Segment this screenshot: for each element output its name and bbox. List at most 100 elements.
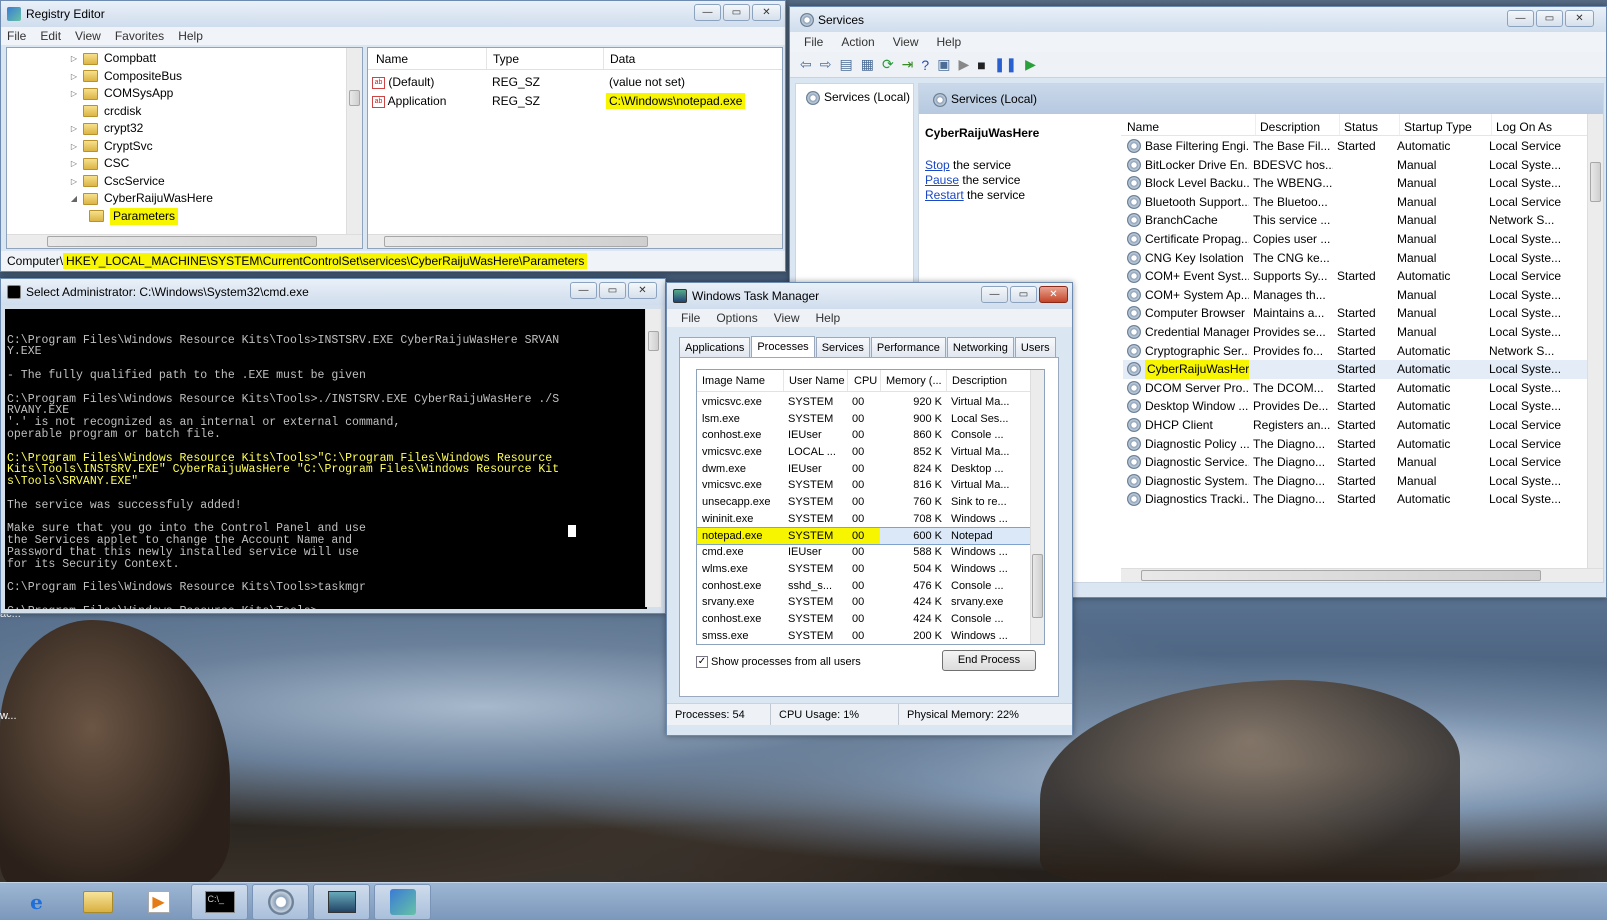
vertical-scrollbar[interactable] [346, 48, 362, 234]
registry-values-pane[interactable]: Name Type Data ab (Default) REG_SZ (valu… [367, 47, 783, 249]
menu-view[interactable]: View [774, 311, 800, 325]
menu-view[interactable]: View [893, 35, 919, 49]
tree-item-services-local[interactable]: Services (Local) [796, 84, 913, 105]
menu-action[interactable]: Action [841, 35, 874, 49]
tree-item[interactable]: ▷ COMSysApp [69, 85, 362, 103]
services-list[interactable]: Name Description Status Startup Type Log… [1121, 114, 1603, 582]
media-player-icon[interactable]: ▶ [130, 884, 187, 920]
service-row[interactable]: Block Level Backu... The WBENG... Manual Lo… [1123, 174, 1603, 193]
menu-favorites[interactable]: Favorites [115, 29, 164, 43]
menu-help[interactable]: Help [178, 29, 203, 43]
pause-service-link[interactable]: Pause [925, 173, 959, 187]
title-bar[interactable]: Registry Editor — ▭ ✕ [1, 1, 785, 27]
process-row[interactable]: cmd.exe IEUser 00 588 K Windows ... [697, 544, 1044, 561]
column-header[interactable]: Status [1339, 114, 1399, 135]
pause-icon[interactable]: ❚❚ [994, 56, 1017, 73]
close-button[interactable]: ✕ [752, 4, 781, 21]
service-row[interactable]: COM+ Event Syst... Supports Sy... Started A… [1123, 267, 1603, 286]
registry-editor-window[interactable]: Registry Editor — ▭ ✕ File Edit View Fav… [0, 0, 786, 272]
tab-networking[interactable]: Networking [946, 337, 1014, 357]
console-output[interactable]: C:\Program Files\Windows Resource Kits\T… [5, 309, 647, 609]
tree-item[interactable]: ▷ Compbatt [69, 50, 362, 68]
menu-view[interactable]: View [75, 29, 101, 43]
close-button[interactable]: ✕ [1565, 10, 1594, 27]
tree-item[interactable]: ▷ CscService [69, 173, 362, 191]
service-row[interactable]: Base Filtering Engi... The Base Fil... Sta… [1123, 137, 1603, 156]
minimize-button[interactable]: — [570, 282, 597, 299]
tab-services[interactable]: Services [815, 337, 870, 357]
service-row[interactable]: Credential Manager Provides se... Started M… [1123, 323, 1603, 342]
service-row[interactable]: Bluetooth Support... The Bluetoo... Manual… [1123, 193, 1603, 212]
show-all-checkbox[interactable]: ✓ [696, 656, 708, 668]
vertical-scrollbar[interactable] [1587, 114, 1603, 568]
service-row[interactable]: DHCP Client Registers an... Started Automat… [1123, 416, 1603, 435]
value-row[interactable]: ab Application REG_SZ C:\Windows\notepad… [368, 92, 782, 111]
column-header[interactable]: Log On As [1491, 114, 1579, 135]
process-row[interactable]: vmicsvc.exe SYSTEM 00 920 K Virtual Ma... [697, 394, 1044, 411]
process-row[interactable]: unsecapp.exe SYSTEM 00 760 K Sink to re... [697, 494, 1044, 511]
tree-item[interactable]: ▷ CompositeBus [69, 68, 362, 86]
column-header[interactable]: CPU [847, 370, 880, 391]
stop-service-link[interactable]: Stop [925, 158, 950, 172]
cmd-window[interactable]: Select Administrator: C:\Windows\System3… [0, 278, 666, 614]
minimize-button[interactable]: — [981, 286, 1008, 303]
close-button[interactable]: ✕ [1039, 286, 1068, 303]
process-row[interactable]: srvany.exe SYSTEM 00 424 K srvany.exe [697, 594, 1044, 611]
close-button[interactable]: ✕ [628, 282, 657, 299]
menu-help[interactable]: Help [937, 35, 962, 49]
column-header[interactable]: User Name [783, 370, 847, 391]
menu-file[interactable]: File [681, 311, 700, 325]
tree-item[interactable]: ▷ CryptSvc [69, 138, 362, 156]
column-header[interactable]: Name [1127, 114, 1255, 135]
menu-file[interactable]: File [7, 29, 26, 43]
process-row[interactable]: vmicsvc.exe LOCAL ... 00 852 K Virtual Ma... [697, 444, 1044, 461]
menu-file[interactable]: File [804, 35, 823, 49]
registry-tree[interactable]: ▷ Compbatt ▷ CompositeBus ▷ COMSysApp crcdi… [6, 47, 363, 249]
minimize-button[interactable]: — [694, 4, 721, 21]
menu-options[interactable]: Options [716, 311, 757, 325]
service-row[interactable]: Diagnostic Policy ... The Diagno... Starte… [1123, 435, 1603, 454]
minimize-button[interactable]: — [1507, 10, 1534, 27]
service-row[interactable]: BitLocker Drive En... BDESVC hos... Manual… [1123, 156, 1603, 175]
tab-processes[interactable]: Processes [751, 336, 815, 358]
internet-explorer-icon[interactable]: e [8, 884, 65, 920]
tree-item[interactable]: ▷ crypt32 [69, 120, 362, 138]
tab-users[interactable]: Users [1014, 337, 1056, 357]
process-row[interactable]: vmicsvc.exe SYSTEM 00 816 K Virtual Ma... [697, 477, 1044, 494]
horizontal-scrollbar[interactable] [7, 234, 362, 248]
process-list[interactable]: Image Name User Name CPU Memory (... Des… [696, 369, 1045, 645]
column-header[interactable]: Name [368, 48, 486, 69]
vertical-scrollbar[interactable] [1030, 370, 1044, 644]
service-row[interactable]: CNG Key Isolation The CNG ke... Manual Loca… [1123, 249, 1603, 268]
menu-edit[interactable]: Edit [40, 29, 61, 43]
service-row[interactable]: Diagnostics Tracki... The Diagno... Starte… [1123, 490, 1603, 509]
service-row[interactable]: Certificate Propag... Copies user ... Manu… [1123, 230, 1603, 249]
export-icon[interactable]: ⇥ [902, 56, 914, 73]
end-process-button[interactable]: End Process [942, 650, 1036, 671]
vertical-scrollbar[interactable] [645, 309, 661, 607]
column-header[interactable]: Memory (... [880, 370, 946, 391]
process-row[interactable]: lsm.exe SYSTEM 00 900 K Local Ses... [697, 411, 1044, 428]
refresh-icon[interactable]: ⟳ [882, 56, 894, 73]
horizontal-scrollbar[interactable] [1121, 568, 1603, 582]
process-row[interactable]: dwm.exe IEUser 00 824 K Desktop ... [697, 461, 1044, 478]
process-row[interactable]: conhost.exe IEUser 00 860 K Console ... [697, 427, 1044, 444]
tab-performance[interactable]: Performance [870, 337, 946, 357]
services-taskbar-icon[interactable] [252, 883, 309, 920]
service-row[interactable]: Computer Browser Maintains a... Started Man… [1123, 304, 1603, 323]
forward-icon[interactable]: ⇨ [820, 56, 832, 73]
column-header[interactable]: Image Name [697, 370, 783, 391]
maximize-button[interactable]: ▭ [1536, 10, 1563, 27]
column-header[interactable]: Data [603, 48, 773, 69]
service-row[interactable]: BranchCache This service ... Manual Network… [1123, 211, 1603, 230]
registry-editor-taskbar-icon[interactable] [374, 883, 431, 920]
tree-item[interactable]: ◢ CyberRaijuWasHere [69, 190, 362, 208]
service-row[interactable]: CyberRaijuWasHere Started Automatic Local S… [1123, 360, 1603, 379]
tree-item[interactable]: crcdisk [69, 103, 362, 121]
horizontal-scrollbar[interactable] [368, 234, 782, 248]
start-icon[interactable]: ▶ [958, 56, 969, 73]
process-row[interactable]: conhost.exe SYSTEM 00 424 K Console ... [697, 611, 1044, 628]
maximize-button[interactable]: ▭ [1010, 286, 1037, 303]
cmd-taskbar-icon[interactable]: C:\_ [191, 883, 248, 920]
file-explorer-icon[interactable] [69, 884, 126, 920]
